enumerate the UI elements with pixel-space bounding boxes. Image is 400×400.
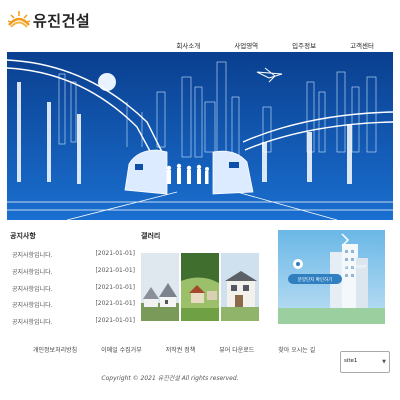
nav-item-customer-center[interactable]: 고객센터 — [350, 40, 374, 50]
gallery-image-hillside[interactable] — [181, 253, 219, 321]
notice-row-date: [2021-01-01] — [95, 300, 135, 308]
notice-row-date: [2021-01-01] — [95, 317, 135, 325]
notice-row-date: [2021-01-01] — [95, 266, 135, 274]
nav-item-company[interactable]: 회사소개 — [176, 40, 200, 50]
banner-sub-text: 뉴스 / 이벤트 — [344, 264, 367, 269]
hero-banner — [7, 52, 393, 220]
banner-location-icon — [293, 259, 303, 269]
nav-item-residents[interactable]: 입주정보 — [292, 40, 316, 50]
main-nav: 회사소개 사업영역 입주정보 고객센터 — [176, 40, 374, 50]
notice-row-title[interactable]: 공지사항입니다. — [12, 284, 53, 301]
footer-link-directions[interactable]: 찾아 오시는 길 — [278, 345, 315, 354]
logo-sun-icon — [7, 11, 31, 28]
footer-link-privacy[interactable]: 개인정보처리방침 — [33, 345, 77, 354]
logo-text: 유진건설 — [33, 11, 91, 30]
copyright-text: Copyright © 2021 유진건설 All rights reserve… — [101, 375, 239, 382]
notice-row-date: [2021-01-01] — [95, 250, 135, 257]
notice-section: 공지사항 공지사항입니다. [2021-01-01] 공지사항입니다. [202… — [10, 231, 135, 326]
footer-link-email-refusal[interactable]: 이메일 수집거부 — [101, 345, 142, 354]
chevron-down-icon: ▼ — [382, 359, 386, 365]
gallery-image-villa[interactable] — [221, 253, 259, 321]
notice-row-title[interactable]: 공지사항입니다. — [12, 267, 53, 284]
site-select-value: site1 — [344, 358, 358, 364]
footer-link-copyright-policy[interactable]: 저작권 정책 — [166, 345, 196, 354]
site-select-dropdown[interactable]: site1 ▼ — [340, 351, 390, 373]
notice-row-title[interactable]: 공지사항입니다. — [12, 250, 53, 267]
notice-list: 공지사항입니다. [2021-01-01] 공지사항입니다. [2021-01-… — [12, 250, 135, 334]
footer-link-viewer-download[interactable]: 뷰어 다운로드 — [219, 345, 254, 354]
notice-title: 공지사항 — [10, 232, 36, 240]
gallery-title: 갤러리 — [141, 232, 161, 240]
logo[interactable]: 유진건설 — [7, 9, 90, 31]
hero-city-illustration — [7, 52, 393, 220]
notice-row[interactable]: 공지사항입니다. [2021-01-01] — [12, 317, 135, 334]
header: 유진건설 회사소개 사업영역 입주정보 고객센터 — [0, 0, 400, 52]
notice-row-title[interactable]: 공지사항입니다. — [12, 300, 53, 317]
gallery-image-houses[interactable] — [141, 253, 179, 321]
banner-button-text: 분양단지 확인하기 — [298, 276, 333, 283]
sale-complex-banner[interactable]: 분양단지 확인하기 뉴스 / 이벤트 — [278, 230, 385, 324]
nav-item-business[interactable]: 사업영역 — [234, 40, 258, 50]
notice-row-date: [2021-01-01] — [95, 283, 135, 291]
notice-row-title[interactable]: 공지사항입니다. — [12, 317, 53, 334]
notice-row[interactable]: 공지사항입니다. [2021-01-01] — [12, 284, 135, 301]
notice-row[interactable]: 공지사항입니다. [2021-01-01] — [12, 300, 135, 317]
notice-row[interactable]: 공지사항입니다. [2021-01-01] — [12, 267, 135, 284]
notice-row[interactable]: 공지사항입니다. [2021-01-01] — [12, 250, 135, 267]
gallery-images — [141, 253, 259, 321]
footer-links: 개인정보처리방침 이메일 수집거부 저작권 정책 뷰어 다운로드 찾아 오시는 … — [33, 345, 315, 354]
gallery-section: 갤러리 — [141, 231, 266, 321]
